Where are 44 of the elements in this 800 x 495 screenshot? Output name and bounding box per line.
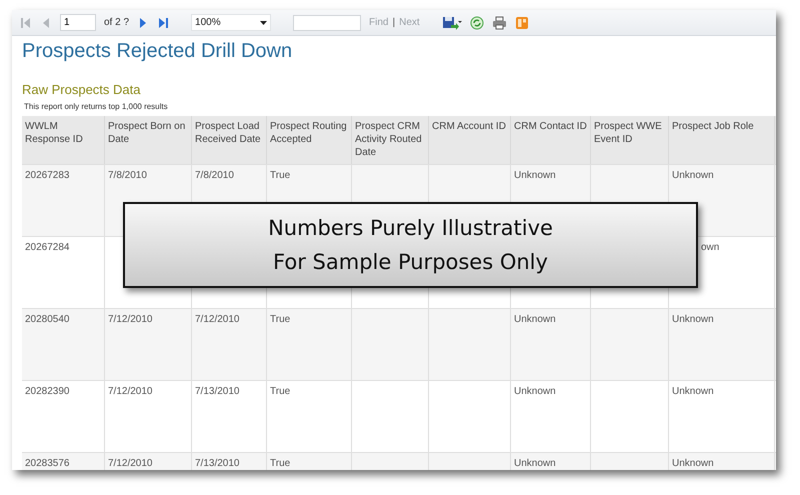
column-header: Prospect Born on Date: [105, 116, 192, 164]
column-header: CRM Contact ID: [511, 116, 591, 164]
export-button[interactable]: [442, 16, 462, 30]
table-cell: Unknown: [511, 308, 591, 380]
last-page-button[interactable]: [157, 16, 170, 30]
page-number-field[interactable]: 1: [60, 14, 96, 31]
zoom-dropdown[interactable]: 100%: [191, 14, 272, 31]
column-header: CRM Account ID: [429, 116, 511, 164]
column-header: Prospect CRM Activity Routed Date: [352, 116, 429, 164]
table-cell: True: [267, 380, 352, 452]
column-header: Prospect Routing Accepted: [267, 116, 352, 164]
report-note: This report only returns top 1,000 results: [24, 102, 169, 111]
table-cell: Unknown: [511, 452, 591, 470]
table-cell: True: [267, 452, 352, 470]
table-cell: Unknown: [669, 380, 775, 452]
refresh-button[interactable]: [470, 16, 484, 30]
table-cell: 7/12/2010: [105, 308, 192, 380]
table-cell: 20282390: [22, 380, 105, 452]
table-cell: 20280540: [22, 308, 105, 380]
table-cell: 20283576: [22, 452, 105, 470]
report-title: Prospects Rejected Drill Down: [22, 40, 294, 64]
column-header: Prospect Job Role: [669, 116, 775, 164]
table-cell: 7/13/2010: [192, 452, 267, 470]
link-separator: |: [392, 17, 396, 28]
column-header: WWLM Response ID: [22, 116, 105, 164]
layout-button[interactable]: [514, 16, 529, 30]
section-title: Raw Prospects Data: [22, 82, 142, 97]
column-header: Prospect WWE Event ID: [591, 116, 669, 164]
table-cell: True: [267, 308, 352, 380]
table-cell: 7/12/2010: [105, 380, 192, 452]
table-cell: 20267284: [22, 236, 105, 308]
print-button[interactable]: [492, 16, 507, 30]
table-cell: 20267283: [22, 164, 105, 236]
table-cell: Unknown: [669, 308, 775, 380]
find-field[interactable]: [293, 14, 362, 30]
column-header: Prospect Load Received Date: [192, 116, 267, 164]
table-cell: Unknown: [511, 380, 591, 452]
table-cell: Unknown: [669, 452, 775, 470]
table-cell: 7/12/2010: [105, 452, 192, 470]
table-cell: 7/12/2010: [192, 308, 267, 380]
caret-icon: [260, 20, 268, 24]
disclaimer-text: For Sample Purposes Only: [273, 249, 548, 276]
page-count: of 2 ?: [104, 17, 130, 28]
table-cell: 7/13/2010: [192, 380, 267, 452]
